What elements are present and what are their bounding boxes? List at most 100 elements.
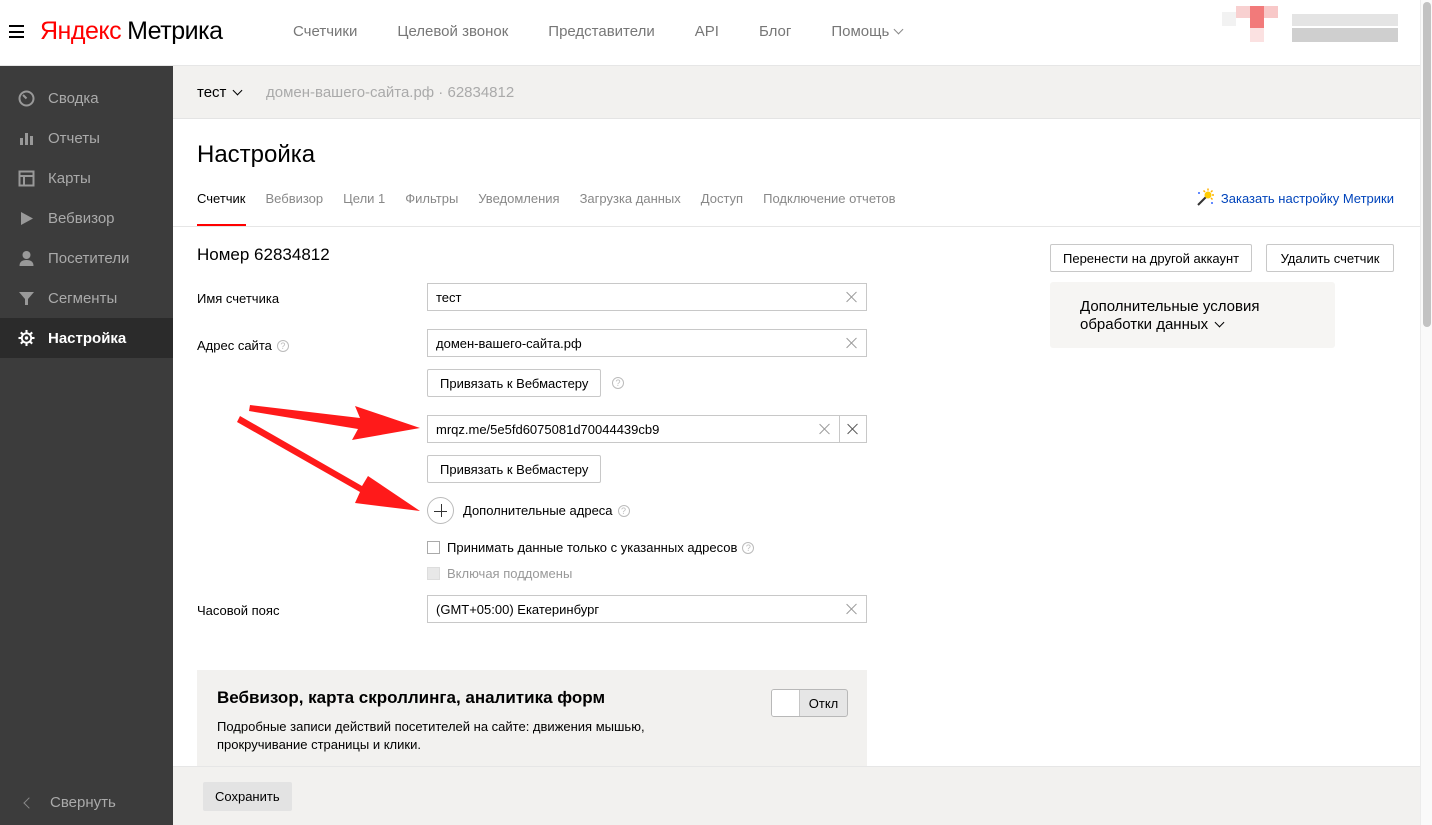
webvisor-card: Вебвизор, карта скроллинга, аналитика фо…: [197, 670, 867, 770]
help-icon[interactable]: ?: [742, 541, 755, 554]
accept-only-checkbox[interactable]: [427, 541, 440, 554]
nav-help-label: Помощь: [831, 23, 890, 40]
counter-domain-id: домен-вашего-сайта.рф · 62834812: [266, 84, 515, 101]
clear-icon[interactable]: [846, 291, 858, 303]
button-label: Сохранить: [215, 789, 280, 804]
counter-name-input[interactable]: тест: [427, 283, 867, 311]
panel-line-1: Дополнительные условия: [1080, 298, 1260, 315]
tab-data-upload[interactable]: Загрузка данных: [580, 191, 681, 226]
transfer-account-button[interactable]: Перенести на другой аккаунт: [1050, 244, 1253, 272]
chevron-down-icon: [893, 24, 904, 35]
tab-filters[interactable]: Фильтры: [405, 191, 458, 226]
tab-access[interactable]: Доступ: [701, 191, 743, 226]
sidebar-item-label: Сегменты: [48, 289, 118, 307]
nav-api[interactable]: API: [695, 23, 719, 40]
tab-goals[interactable]: Цели 1: [343, 191, 385, 226]
nav-representatives[interactable]: Представители: [548, 23, 654, 40]
sidebar-item-label: Отчеты: [48, 129, 100, 147]
remove-address-button[interactable]: [839, 415, 867, 443]
delete-counter-button[interactable]: Удалить счетчик: [1266, 244, 1394, 272]
sidebar-item-segments[interactable]: Сегменты: [0, 278, 173, 318]
tab-notifications[interactable]: Уведомления: [478, 191, 559, 226]
button-label: Привязать к Вебмастеру: [440, 461, 589, 477]
nav-counters[interactable]: Счетчики: [293, 23, 357, 40]
logo-product: Метрика: [127, 17, 223, 45]
collapse-label: Свернуть: [50, 794, 116, 811]
webvisor-title: Вебвизор, карта скроллинга, аналитика фо…: [217, 688, 606, 707]
sidebar-item-webvisor[interactable]: Вебвизор: [0, 198, 173, 238]
site-address-label: Адрес сайта?: [197, 338, 289, 353]
close-icon: [847, 423, 859, 435]
chevron-down-icon: [1214, 317, 1225, 327]
button-label: Перенести на другой аккаунт: [1063, 250, 1240, 266]
save-button[interactable]: Сохранить: [203, 782, 292, 811]
user-icon: [18, 250, 35, 267]
sidebar-item-summary[interactable]: Сводка: [0, 78, 173, 118]
input-value: тест: [436, 289, 462, 305]
checkbox-label: Включая поддомены: [447, 566, 573, 581]
site-address-input[interactable]: домен-вашего-сайта.рф: [427, 329, 867, 357]
help-icon[interactable]: ?: [612, 377, 624, 389]
panel-line-2: обработки данных: [1080, 316, 1209, 333]
accept-only-checkbox-row[interactable]: Принимать данные только с указанных адре…: [427, 540, 755, 555]
sidebar-item-label: Посетители: [48, 249, 130, 267]
help-icon[interactable]: ?: [276, 339, 289, 352]
checkbox-label: Принимать данные только с указанных адре…: [447, 540, 738, 555]
sidebar-collapse-button[interactable]: Свернуть: [0, 794, 116, 811]
extra-conditions-panel[interactable]: Дополнительные условия обработки данных: [1050, 282, 1335, 348]
footer-bar: Сохранить: [173, 766, 1420, 825]
top-header: Яндекс Метрика Счетчики Целевой звонок Пр…: [0, 0, 1420, 66]
order-setup-link[interactable]: Заказать настройку Метрики: [1195, 188, 1394, 208]
tabs-divider: [173, 226, 1420, 227]
clear-icon[interactable]: [846, 603, 858, 615]
gear-icon: [18, 329, 35, 347]
webvisor-toggle[interactable]: Откл: [771, 689, 848, 717]
scrollbar-thumb[interactable]: [1423, 2, 1431, 327]
page-scrollbar[interactable]: [1420, 0, 1432, 825]
logo-brand: Яндекс: [40, 17, 122, 45]
timezone-select[interactable]: (GMT+05:00) Екатеринбург: [427, 595, 867, 623]
arrow-to-extra-address-icon: [249, 405, 420, 440]
sidebar-item-label: Настройка: [48, 329, 127, 347]
toggle-label: Откл: [808, 695, 839, 711]
plus-icon[interactable]: [427, 497, 454, 524]
counter-name: тест: [197, 84, 227, 101]
button-label: Удалить счетчик: [1280, 250, 1380, 266]
timezone-label: Часовой пояс: [197, 603, 279, 618]
sidebar-item-maps[interactable]: Карты: [0, 158, 173, 198]
settings-tabs: Счетчик Вебвизор Цели 1 Фильтры Уведомле…: [197, 191, 916, 226]
chevron-left-icon: [23, 796, 35, 809]
include-subdomains-checkbox: [427, 567, 440, 580]
help-icon[interactable]: ?: [617, 504, 630, 517]
user-account-blurred[interactable]: [1222, 4, 1398, 44]
bar-chart-icon: [18, 130, 35, 147]
bind-webmaster-button[interactable]: Привязать к Вебмастеру: [427, 369, 602, 397]
tab-webvisor[interactable]: Вебвизор: [266, 191, 324, 226]
toggle-knob: [772, 690, 800, 716]
sidebar-item-settings[interactable]: Настройка: [0, 318, 173, 358]
menu-icon[interactable]: [9, 25, 24, 38]
add-addresses-label: Дополнительные адреса: [463, 503, 613, 518]
clear-icon[interactable]: [846, 337, 858, 349]
order-setup-label: Заказать настройку Метрики: [1220, 190, 1394, 206]
extra-site-address-input[interactable]: mrqz.me/5e5fd6075081d70044439cb9: [427, 415, 840, 443]
filter-icon: [18, 290, 35, 307]
nav-target-call[interactable]: Целевой звонок: [397, 23, 508, 40]
add-addresses-row[interactable]: Дополнительные адреса ?: [427, 497, 630, 524]
logo[interactable]: Яндекс Метрика: [40, 17, 223, 46]
tab-report-connection[interactable]: Подключение отчетов: [763, 191, 895, 226]
sidebar: Сводка Отчеты Карты Вебвизор Посетители …: [0, 66, 173, 825]
nav-help[interactable]: Помощь: [831, 23, 904, 40]
sidebar-item-label: Карты: [48, 169, 91, 187]
page-title: Настройка: [197, 141, 316, 168]
input-value: домен-вашего-сайта.рф: [436, 335, 582, 351]
counter-selector[interactable]: тест: [197, 84, 243, 101]
clear-icon[interactable]: [819, 423, 831, 435]
bind-webmaster-button-2[interactable]: Привязать к Вебмастеру: [427, 455, 602, 483]
sidebar-item-reports[interactable]: Отчеты: [0, 118, 173, 158]
nav-blog[interactable]: Блог: [759, 23, 791, 40]
sidebar-item-visitors[interactable]: Посетители: [0, 238, 173, 278]
gauge-icon: [18, 90, 35, 107]
counter-number-title: Номер 62834812: [197, 245, 330, 264]
tab-counter[interactable]: Счетчик: [197, 191, 246, 226]
